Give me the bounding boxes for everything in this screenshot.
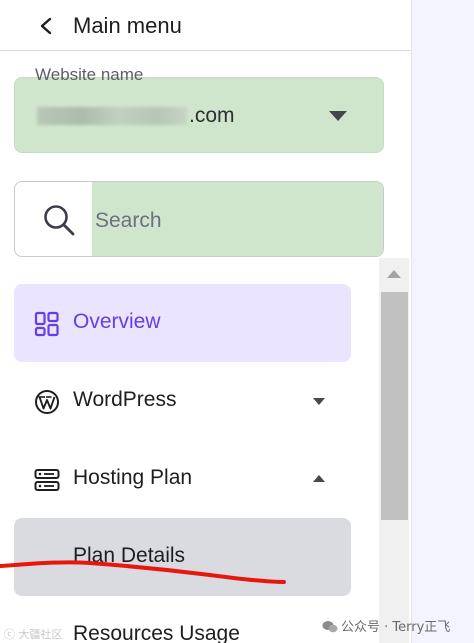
red-underline-annotation <box>0 560 286 584</box>
dashboard-grid-icon <box>34 311 59 337</box>
wordpress-icon <box>35 390 59 414</box>
nav-item-label: WordPress <box>73 388 177 411</box>
nav-item-wordpress[interactable]: WordPress <box>14 362 351 440</box>
redacted-domain <box>37 107 187 126</box>
website-value-suffix: .com <box>189 104 235 127</box>
header-title: Main menu <box>73 13 182 38</box>
caret-down-icon <box>313 398 325 405</box>
nav-item-label: Hosting Plan <box>73 466 193 489</box>
sidebar-panel: Main menu .com Website name Overview <box>0 0 412 643</box>
page-background <box>412 0 474 643</box>
watermark-right-text: 公众号 · Terry正飞 <box>341 620 451 635</box>
website-select-label: Website name <box>35 65 144 84</box>
nav-item-label: Overview <box>73 310 161 333</box>
website-value: .com <box>37 104 235 128</box>
caret-down-icon <box>329 111 347 121</box>
nav-item-label: Resources Usage <box>73 622 240 643</box>
scrollbar-thumb[interactable] <box>381 292 408 520</box>
website-select[interactable]: .com <box>14 77 384 153</box>
chevron-left-icon <box>40 17 52 35</box>
nav-item-hosting-plan[interactable]: Hosting Plan <box>14 440 351 518</box>
caret-up-icon <box>313 475 325 482</box>
search-icon <box>44 205 75 236</box>
watermark-left: ⓒ 大疆社区 <box>4 628 63 641</box>
server-icon <box>34 469 60 491</box>
wechat-icon <box>322 621 338 633</box>
watermark-right: 公众号 · Terry正飞 <box>322 616 450 635</box>
search-box[interactable] <box>14 181 384 257</box>
main-menu-back-button[interactable]: Main menu <box>0 0 411 51</box>
scroll-up-arrow-icon[interactable] <box>387 270 401 278</box>
search-input[interactable] <box>93 200 377 242</box>
nav-subitem-resources-usage[interactable]: Resources Usage <box>14 596 351 643</box>
nav-item-overview[interactable]: Overview <box>14 284 351 362</box>
